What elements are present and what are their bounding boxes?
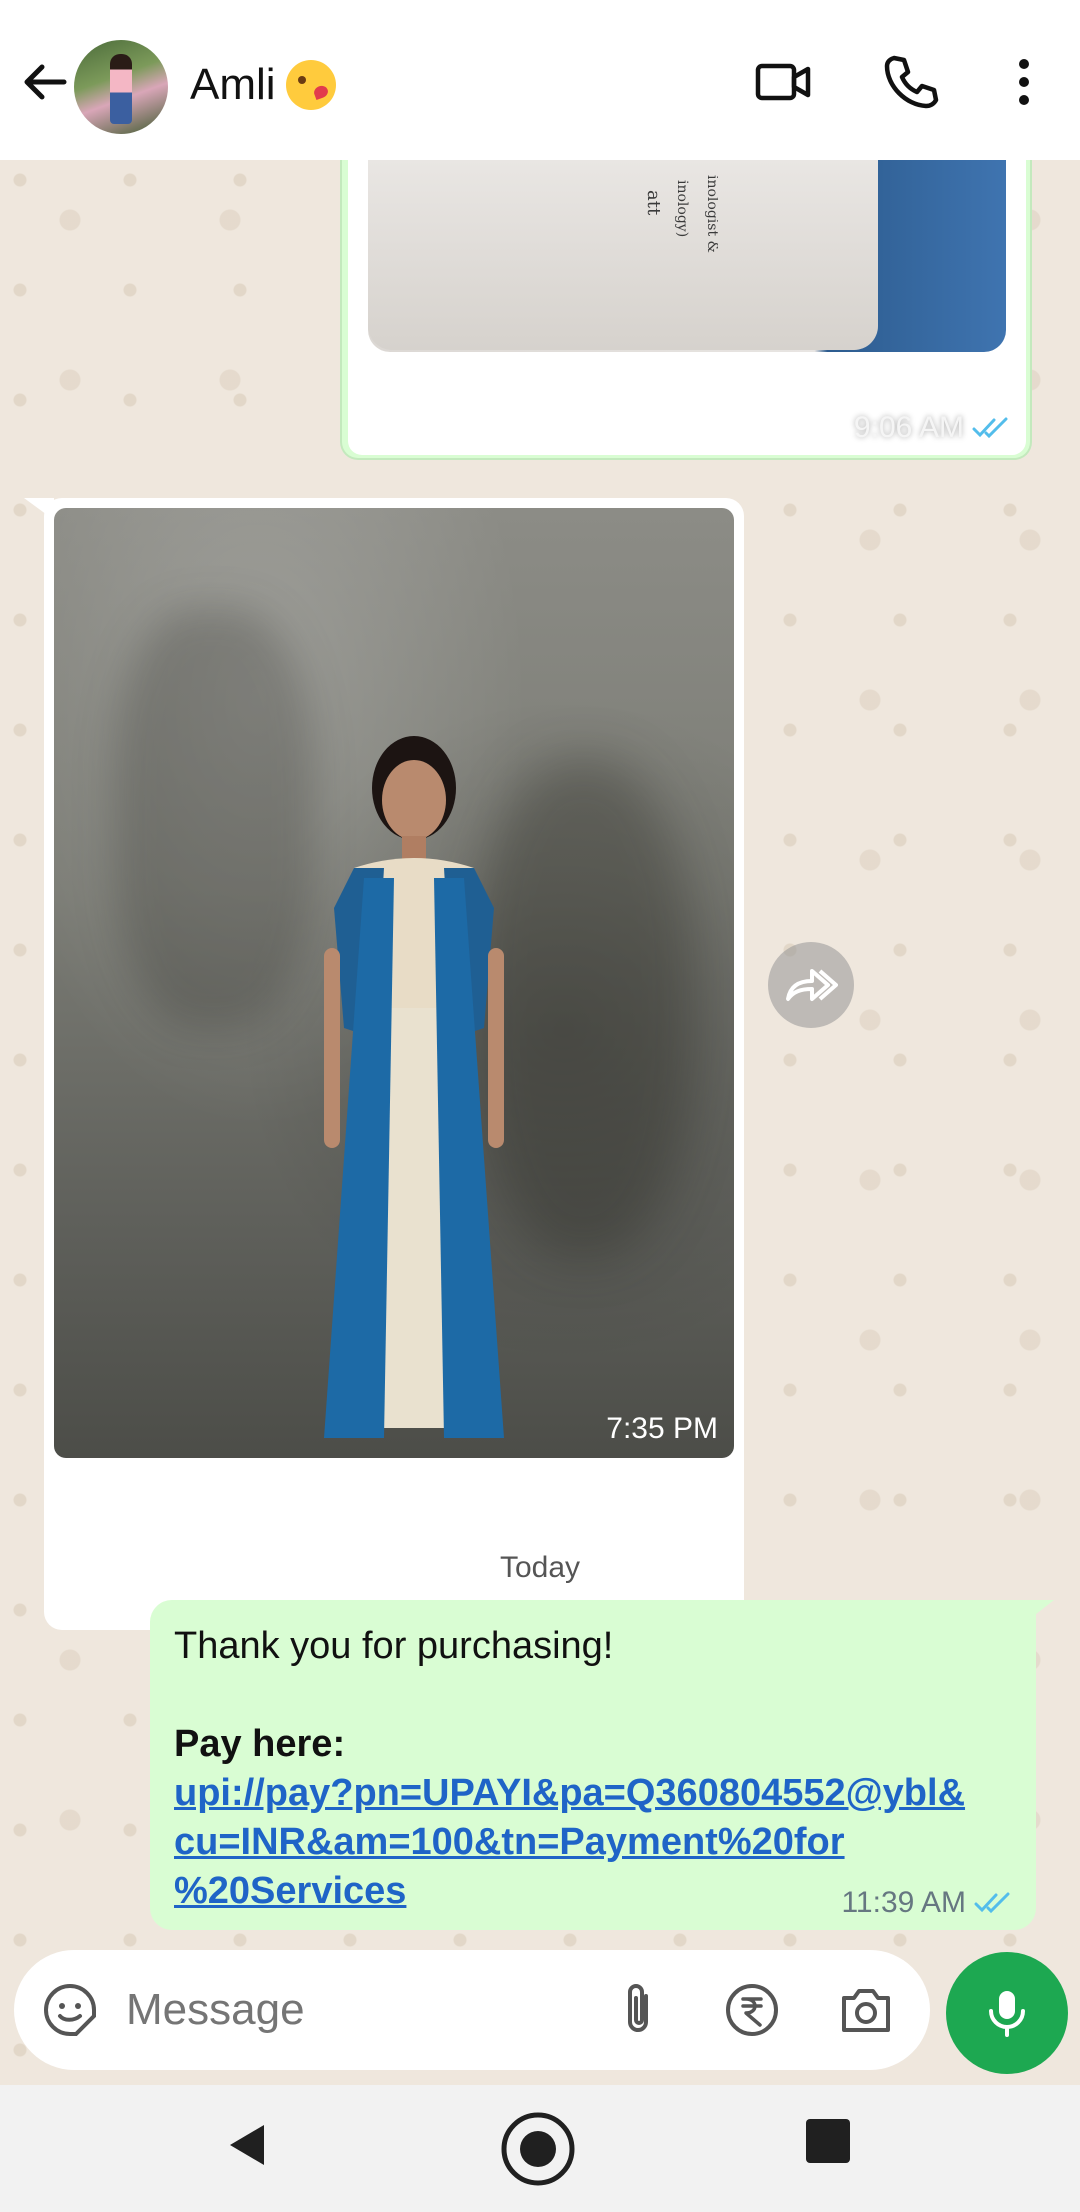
contact-name-area[interactable]: Amli (190, 60, 336, 110)
mic-button[interactable] (946, 1952, 1068, 2074)
read-receipt-icon (974, 1892, 1010, 1914)
link-line-3: %20Services (174, 1870, 407, 1912)
system-navigation-bar (0, 2085, 1080, 2212)
nav-home-icon[interactable] (500, 2111, 576, 2187)
svg-text:att: att (643, 190, 664, 216)
outgoing-text-message[interactable]: Thank you for purchasing! Pay here: upi:… (150, 1600, 1054, 1930)
message-timestamp: 11:39 AM (841, 1886, 1014, 1920)
contact-avatar[interactable] (74, 40, 168, 134)
forward-button[interactable] (768, 942, 854, 1028)
nav-back-icon[interactable] (218, 2115, 278, 2175)
back-arrow-icon[interactable] (14, 52, 74, 112)
outgoing-image-message[interactable]: att inology) inologist & 9:06 AM (340, 160, 1032, 460)
business-card-photo[interactable]: att inology) inologist & (368, 160, 1006, 352)
more-options-icon[interactable] (994, 52, 1054, 112)
chat-area[interactable]: att inology) inologist & 9:06 AM (0, 160, 1080, 2085)
whatsapp-chat-screen: Amli att inology) inologist & (0, 0, 1080, 2212)
video-call-icon[interactable] (754, 52, 814, 112)
forward-icon (786, 969, 838, 1001)
svg-text:inology): inology) (674, 180, 690, 237)
message-bold-line: Pay here: (174, 1723, 346, 1765)
nav-recents-icon[interactable] (806, 2119, 850, 2163)
message-input[interactable] (126, 1978, 586, 2042)
svg-text:inologist &: inologist & (704, 175, 718, 253)
read-receipt-icon (972, 417, 1008, 439)
message-text-line: Thank you for purchasing! (174, 1625, 614, 1667)
phone-call-icon[interactable] (880, 52, 940, 112)
message-timestamp: 7:35 PM (606, 1412, 718, 1445)
message-timestamp: 9:06 AM (854, 411, 1012, 445)
kissing-face-emoji-icon (285, 60, 336, 110)
incoming-image-message[interactable]: 7:35 PM (24, 498, 744, 1630)
camera-icon[interactable] (836, 1980, 896, 2040)
received-photo[interactable]: 7:35 PM (54, 508, 734, 1458)
link-line-1: upi://pay?pn=UPAYI&pa=Q360804552@ybl& (174, 1772, 966, 1814)
sticker-icon[interactable] (40, 1980, 100, 2040)
mic-icon (989, 1991, 1025, 2037)
attach-icon[interactable] (608, 1980, 668, 2040)
contact-name: Amli (190, 60, 276, 109)
date-separator: Today (472, 1536, 608, 1600)
link-line-2: cu=INR&am=100&tn=Payment%20for (174, 1821, 845, 1863)
rupee-payment-icon[interactable] (722, 1980, 782, 2040)
chat-header: Amli (0, 0, 1080, 160)
message-composer (14, 1950, 930, 2070)
